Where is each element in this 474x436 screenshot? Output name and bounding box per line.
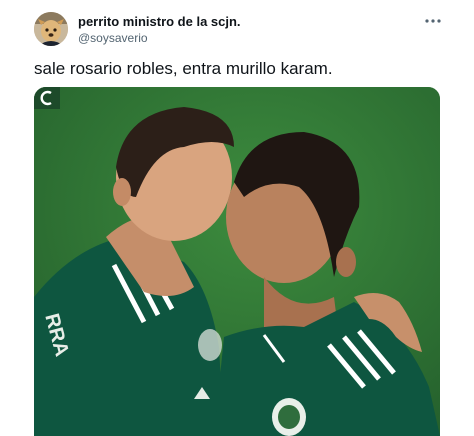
display-name[interactable]: perrito ministro de la scjn. [78,14,241,29]
tweet-text: sale rosario robles, entra murillo karam… [34,59,333,78]
user-avatar[interactable] [34,12,68,46]
tweet-media-image[interactable]: RRA [34,87,440,436]
broadcaster-logo-icon [34,87,60,109]
more-options-button[interactable] [420,10,446,32]
media-photo: RRA [34,87,440,436]
avatar-image [34,12,68,46]
user-handle[interactable]: @soysaverio [78,31,148,45]
tweet-card[interactable]: perrito ministro de la scjn. @soysaverio… [0,0,474,436]
more-horizontal-icon [425,19,441,23]
